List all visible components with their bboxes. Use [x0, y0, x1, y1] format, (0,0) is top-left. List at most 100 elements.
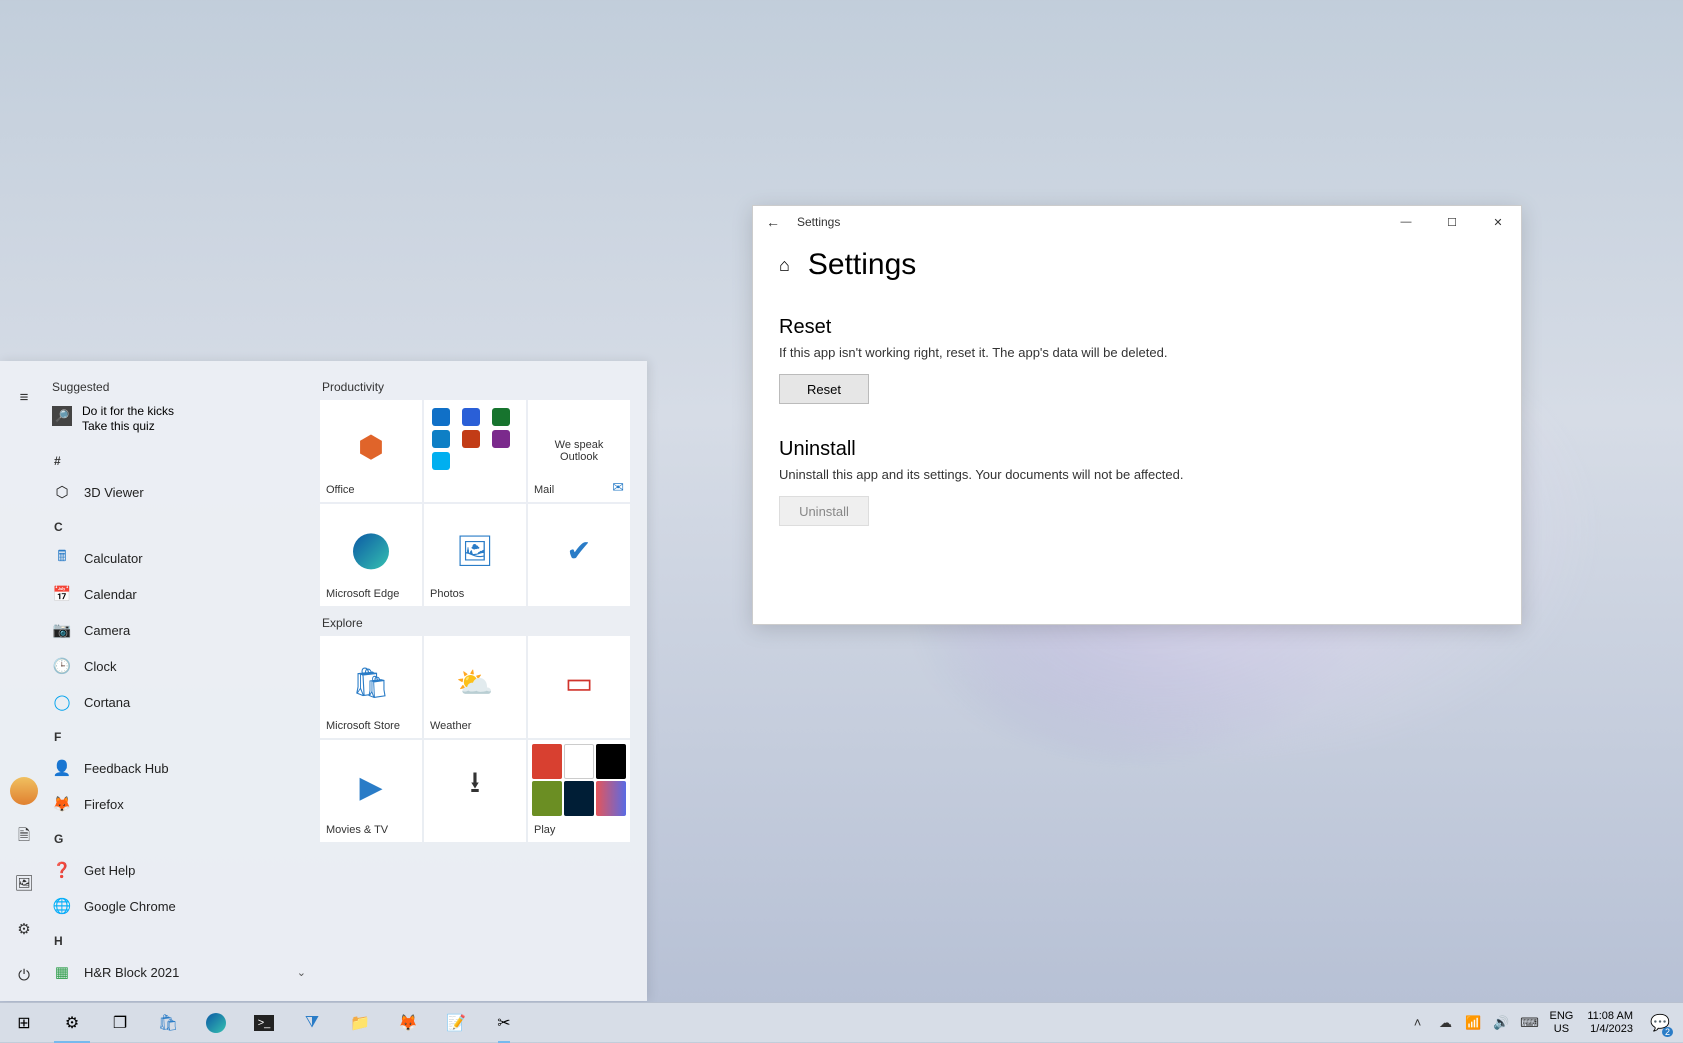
taskbar-edge[interactable] — [192, 1003, 240, 1043]
user-account-button[interactable] — [4, 771, 44, 811]
letter-header-c[interactable]: C — [48, 510, 312, 540]
app-cortana[interactable]: ◯ Cortana — [48, 684, 312, 720]
minimize-button[interactable]: — — [1383, 206, 1429, 238]
app-clock[interactable]: 🕒Clock — [48, 648, 312, 684]
photos-icon: 🖼 — [456, 534, 494, 569]
close-button[interactable]: ✕ — [1475, 206, 1521, 238]
tile-office[interactable]: ⬢ Office — [320, 400, 422, 502]
tray-volume[interactable]: 🔊 — [1489, 1003, 1513, 1043]
pictures-button[interactable]: 🖼 — [4, 863, 44, 903]
app-get-help[interactable]: ❓Get Help — [48, 852, 312, 888]
tile-label: Play — [534, 824, 624, 836]
taskbar-notepad[interactable]: 📝 — [432, 1003, 480, 1043]
calculator-icon: 🖩 — [52, 548, 72, 568]
window-title: Settings — [793, 215, 1383, 229]
edge-icon — [353, 533, 389, 569]
taskbar-file-explorer[interactable]: 📁 — [336, 1003, 384, 1043]
app-calendar[interactable]: 📅 Calendar — [48, 576, 312, 612]
app-label: Cortana — [84, 695, 130, 710]
minimize-icon: — — [1401, 216, 1412, 228]
tile-text-line1: We speak — [555, 439, 604, 451]
letter-header-f[interactable]: F — [48, 720, 312, 750]
app-label: Calendar — [84, 587, 137, 602]
home-icon[interactable]: ⌂ — [779, 255, 790, 276]
tile-weather[interactable]: ⛅Weather — [424, 636, 526, 738]
office-mini-icons — [432, 408, 518, 470]
start-tiles-panel: Productivity ⬢ Office We speak Outlook M… — [312, 361, 647, 1001]
settings-rail-button[interactable]: ⚙ — [4, 909, 44, 949]
app-google-chrome[interactable]: 🌐 Google Chrome — [48, 888, 312, 924]
tray-ime[interactable]: ⌨ — [1517, 1003, 1541, 1043]
tray-onedrive[interactable]: ☁ — [1433, 1003, 1457, 1043]
search-icon: 🔎 — [52, 406, 72, 426]
start-button[interactable]: ⊞ — [0, 1003, 48, 1043]
action-center-button[interactable]: 💬 2 — [1643, 1003, 1677, 1043]
tile-todo[interactable]: ✔ — [528, 504, 630, 606]
avatar-icon — [10, 777, 38, 805]
tile-we-speak-outlook[interactable]: We speak Outlook Mail ✉ — [528, 400, 630, 502]
clock-date: 1/4/2023 — [1587, 1023, 1633, 1036]
taskbar-settings[interactable]: ⚙ — [48, 1003, 96, 1043]
cortana-icon: ◯ — [52, 692, 72, 712]
tile-label: Microsoft Edge — [326, 588, 416, 600]
group-explore[interactable]: Explore — [322, 616, 633, 630]
taskbar: ⊞ ⚙ ❐ 🛍 >_ ⧩ 📁 🦊 📝 ✂ ˄ ☁ 📶 🔊 ⌨ ENG US 11… — [0, 1002, 1683, 1042]
windows-icon: ⊞ — [17, 1013, 30, 1033]
back-button[interactable]: ← — [753, 214, 793, 230]
tile-download[interactable]: ⭳ — [424, 740, 526, 842]
tile-movies-tv[interactable]: ▶ Movies & TV — [320, 740, 422, 842]
lang-top: ENG — [1549, 1010, 1573, 1022]
app-hr-block[interactable]: ▦H&R Block 2021⌄ — [48, 954, 312, 990]
chevron-down-icon: ⌄ — [297, 966, 306, 979]
app-label: Firefox — [84, 797, 124, 812]
tray-network[interactable]: 📶 — [1461, 1003, 1485, 1043]
app-label: 3D Viewer — [84, 485, 144, 500]
taskbar-terminal[interactable]: >_ — [240, 1003, 288, 1043]
letter-header-h[interactable]: H — [48, 924, 312, 954]
store-icon: 🛍 — [352, 666, 390, 701]
tray-language[interactable]: ENG US — [1545, 1010, 1577, 1034]
taskbar-store[interactable]: 🛍 — [144, 1003, 192, 1043]
hamburger-button[interactable]: ≡ — [4, 377, 44, 417]
app-calculator[interactable]: 🖩Calculator — [48, 540, 312, 576]
app-firefox[interactable]: 🦊 Firefox — [48, 786, 312, 822]
letter-header-g[interactable]: G — [48, 822, 312, 852]
feedback-icon: 👤 — [52, 758, 72, 778]
settings-window: ← Settings — ☐ ✕ ⌂ Settings Reset If thi… — [752, 205, 1522, 625]
tile-microsoft-edge[interactable]: Microsoft Edge — [320, 504, 422, 606]
tile-microsoft-store[interactable]: 🛍Microsoft Store — [320, 636, 422, 738]
reset-heading: Reset — [779, 316, 1495, 339]
suggested-line2: Take this quiz — [82, 419, 174, 434]
taskbar-task-view[interactable]: ❐ — [96, 1003, 144, 1043]
chrome-icon: 🌐 — [52, 896, 72, 916]
maximize-button[interactable]: ☐ — [1429, 206, 1475, 238]
tile-play[interactable]: Play — [528, 740, 630, 842]
documents-button[interactable]: 🗎 — [4, 817, 44, 857]
tray-chevron-up[interactable]: ˄ — [1405, 1003, 1429, 1043]
movies-icon: ▶ — [359, 770, 382, 805]
app-3d-viewer[interactable]: ⬡ 3D Viewer — [48, 474, 312, 510]
app-feedback-hub[interactable]: 👤Feedback Hub — [48, 750, 312, 786]
tile-office-apps[interactable] — [424, 400, 526, 502]
start-apps-list[interactable]: Suggested 🔎 Do it for the kicks Take thi… — [48, 361, 312, 1001]
calendar-icon: 📅 — [52, 584, 72, 604]
letter-header-hash[interactable]: # — [48, 444, 312, 474]
group-productivity[interactable]: Productivity — [322, 380, 633, 394]
maximize-icon: ☐ — [1447, 216, 1457, 229]
firefox-icon: 🦊 — [52, 794, 72, 814]
power-button[interactable]: ⏻ — [4, 955, 44, 995]
app-label: Get Help — [84, 863, 135, 878]
tile-photos[interactable]: 🖼Photos — [424, 504, 526, 606]
reset-button[interactable]: Reset — [779, 374, 869, 404]
taskbar-snipping-tool[interactable]: ✂ — [480, 1003, 528, 1043]
taskbar-vscode[interactable]: ⧩ — [288, 1003, 336, 1043]
tile-label: Movies & TV — [326, 824, 416, 836]
tray-clock[interactable]: 11:08 AM 1/4/2023 — [1581, 1010, 1639, 1035]
tile-news[interactable]: ▭ — [528, 636, 630, 738]
suggested-quiz-item[interactable]: 🔎 Do it for the kicks Take this quiz — [48, 402, 312, 444]
taskbar-firefox[interactable]: 🦊 — [384, 1003, 432, 1043]
tile-label: Weather — [430, 720, 520, 732]
app-camera[interactable]: 📷Camera — [48, 612, 312, 648]
tile-label: Mail — [534, 484, 554, 496]
app-label: Google Chrome — [84, 899, 176, 914]
